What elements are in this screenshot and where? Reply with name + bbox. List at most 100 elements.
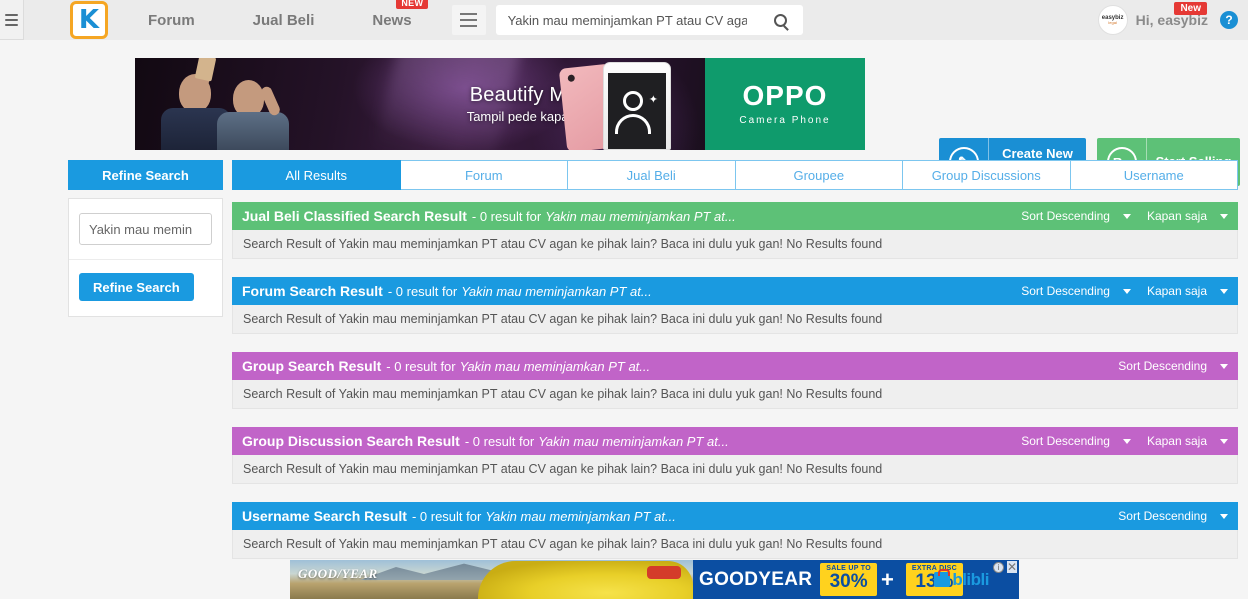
chevron-down-icon <box>1220 213 1228 219</box>
result-section-title: Group Search Result <box>242 358 382 374</box>
result-empty-message: Search Result of Yakin mau meminjamkan P… <box>243 312 883 326</box>
logo-letter: K <box>78 5 100 35</box>
result-section-title: Jual Beli Classified Search Result <box>242 208 467 224</box>
result-query-text: Yakin mau meminjamkan PT at... <box>485 508 676 524</box>
result-section-header: Forum Search Result - 0 result for Yakin m… <box>232 277 1238 305</box>
ad-photo: GOOD/YEAR <box>290 560 693 599</box>
tab-label: Forum <box>464 167 503 183</box>
oppo-advertisement-banner[interactable]: Beautify Mode Tampil pede kapan saja ✦ O… <box>135 58 865 150</box>
nav-item-news[interactable]: News NEW <box>372 0 429 29</box>
result-empty-message: Search Result of Yakin mau meminjamkan P… <box>243 237 883 251</box>
result-section-header: Jual Beli Classified Search Result - 0 re… <box>232 202 1238 230</box>
phone-screen: ✦ <box>608 73 666 149</box>
tab-username[interactable]: Username <box>1070 160 1238 190</box>
result-section-title: Forum Search Result <box>242 283 383 299</box>
help-icon[interactable]: ? <box>1220 11 1238 29</box>
phone-product-image: ✦ <box>545 58 695 150</box>
avatar[interactable]: easybiz legal <box>1097 5 1128 35</box>
hamburger-line <box>5 18 18 21</box>
search-bar <box>495 5 803 35</box>
tab-label: All Results <box>285 167 347 183</box>
tab-group-discussions[interactable]: Group Discussions <box>903 160 1071 190</box>
refine-search-tab-label: Refine Search <box>102 167 189 183</box>
sort-dropdown-label: Sort Descending <box>1021 434 1110 448</box>
tab-label: Groupee <box>793 167 845 183</box>
tab-all-results[interactable]: All Results <box>232 160 401 190</box>
search-input[interactable] <box>495 5 759 35</box>
chevron-down-icon <box>1220 513 1228 519</box>
result-section: Username Search Result - 0 result for Yaki… <box>232 502 1238 559</box>
people-photo <box>145 58 320 150</box>
time-filter-dropdown[interactable]: Kapan saja <box>1147 209 1228 223</box>
time-filter-dropdown[interactable]: Kapan saja <box>1147 284 1228 298</box>
hamburger-line <box>5 23 18 26</box>
result-section-body: Search Result of Yakin mau meminjamkan P… <box>232 380 1238 409</box>
info-icon[interactable]: i <box>992 561 1004 573</box>
refine-search-input[interactable] <box>79 213 212 245</box>
top-navigation-bar: K Forum Jual Beli News NEW easybiz legal… <box>0 0 1248 40</box>
result-section-title: Group Discussion Search Result <box>242 433 460 449</box>
goodyear-logo-overlay: GOOD/YEAR <box>298 566 378 581</box>
deal-primary-value: 30% <box>829 571 868 592</box>
tab-jual-beli[interactable]: Jual Beli <box>568 160 736 190</box>
result-section: Group Search Result - 0 result for Yakin m… <box>232 352 1238 409</box>
tab-groupee[interactable]: Groupee <box>735 160 903 190</box>
left-menu-icon[interactable] <box>0 0 24 40</box>
ad-offer-panel: GOODYEAR SALE UP TO 30% + EXTRA DISC 13%… <box>693 560 1019 599</box>
time-filter-label: Kapan saja <box>1146 434 1207 448</box>
blibli-wordmark: blibli <box>952 569 989 589</box>
sort-dropdown[interactable]: Sort Descending <box>1021 434 1131 448</box>
user-area: easybiz legal Hi, easybiz New ? <box>1097 0 1238 40</box>
oppo-tagline: Camera Phone <box>739 115 831 126</box>
close-icon[interactable]: ✕ <box>1006 561 1017 573</box>
taillight-graphic <box>647 566 681 579</box>
time-filter-dropdown[interactable]: Kapan saja <box>1147 434 1228 448</box>
tab-forum[interactable]: Forum <box>400 160 568 190</box>
result-empty-message: Search Result of Yakin mau meminjamkan P… <box>243 537 883 551</box>
banner-row: Beautify Mode Tampil pede kapan saja ✦ O… <box>0 58 1248 186</box>
result-query-text: Yakin mau meminjamkan PT at... <box>545 208 736 224</box>
nav-label: Forum <box>148 11 195 29</box>
kaskus-logo[interactable]: K <box>70 1 108 39</box>
sparkle-icon: ✦ <box>648 94 658 106</box>
oppo-banner-artwork: Beautify Mode Tampil pede kapan saja ✦ <box>135 58 705 150</box>
hamburger-line <box>460 25 478 27</box>
oppo-brand-panel: OPPO Camera Phone <box>705 58 865 150</box>
refine-search-panel: Refine Search <box>68 198 223 317</box>
tab-label: Group Discussions <box>931 167 1041 183</box>
chevron-down-icon <box>1220 363 1228 369</box>
result-section-header: Group Search Result - 0 result for Yakin m… <box>232 352 1238 380</box>
time-filter-label: Kapan saja <box>1146 209 1207 223</box>
oppo-logo: OPPO <box>742 80 828 111</box>
result-count-text: - 0 result for <box>387 283 458 299</box>
chevron-down-icon <box>1220 438 1228 444</box>
category-menu-icon[interactable] <box>451 5 486 35</box>
tab-label: Username <box>1123 167 1184 183</box>
result-count-text: - 0 result for <box>411 508 482 524</box>
result-section-body: Search Result of Yakin mau meminjamkan P… <box>232 455 1238 484</box>
user-new-badge: New <box>1174 2 1207 15</box>
chevron-down-icon <box>1122 438 1131 444</box>
result-section-body: Search Result of Yakin mau meminjamkan P… <box>232 230 1238 259</box>
result-section-body: Search Result of Yakin mau meminjamkan P… <box>232 305 1238 334</box>
result-count-text: - 0 result for <box>386 358 456 374</box>
sort-dropdown[interactable]: Sort Descending <box>1118 359 1228 373</box>
goodyear-advertisement[interactable]: GOOD/YEAR GOODYEAR SALE UP TO 30% + EXTR… <box>290 560 1019 599</box>
sort-dropdown-label: Sort Descending <box>1118 509 1207 523</box>
nav-label: Jual Beli <box>252 11 315 29</box>
refine-search-button[interactable]: Refine Search <box>79 273 194 301</box>
nav-item-jual-beli[interactable]: Jual Beli <box>253 12 315 29</box>
deal-badge-primary: SALE UP TO 30% <box>820 563 878 596</box>
result-query-text: Yakin mau meminjamkan PT at... <box>459 358 651 374</box>
refine-search-tab[interactable]: Refine Search <box>68 160 223 190</box>
sort-dropdown[interactable]: Sort Descending <box>1021 209 1131 223</box>
tab-label: Jual Beli <box>626 167 676 183</box>
refine-input-row <box>69 199 222 260</box>
sort-dropdown-label: Sort Descending <box>1118 359 1207 373</box>
nav-item-forum[interactable]: Forum <box>148 12 195 29</box>
search-button[interactable] <box>759 5 803 35</box>
avatar-line-2: legal <box>1108 20 1117 26</box>
sort-dropdown[interactable]: Sort Descending <box>1021 284 1131 298</box>
sort-dropdown[interactable]: Sort Descending <box>1118 509 1228 523</box>
result-query-text: Yakin mau meminjamkan PT at... <box>538 433 729 449</box>
